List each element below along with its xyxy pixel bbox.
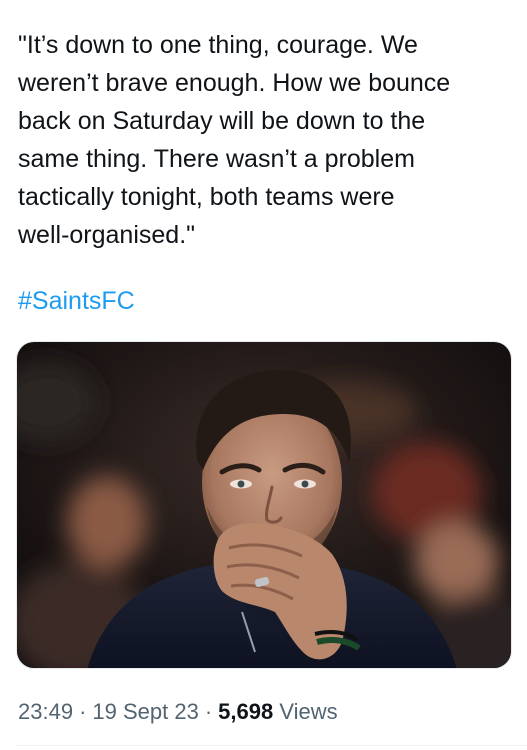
tweet: "It’s down to one thing, courage. We wer… [0,0,527,750]
views-count: 5,698 [218,699,274,724]
meta-separator-2: · [204,699,213,724]
tweet-photo[interactable] [16,341,512,669]
meta-separator-1: · [79,699,87,724]
pupil-right [301,480,309,488]
divider [16,745,527,746]
tweet-time[interactable]: 23:49 [18,699,73,724]
tweet-text: "It’s down to one thing, courage. We wer… [18,31,451,249]
views-label: Views [279,699,338,724]
tweet-date[interactable]: 19 Sept 23 [92,699,198,724]
tweet-meta: 23:49 · 19 Sept 23 · 5,698 Views [18,697,338,727]
photo-illustration [17,342,511,668]
pupil-left [237,480,245,488]
hashtag-link[interactable]: #SaintsFC [18,282,135,320]
